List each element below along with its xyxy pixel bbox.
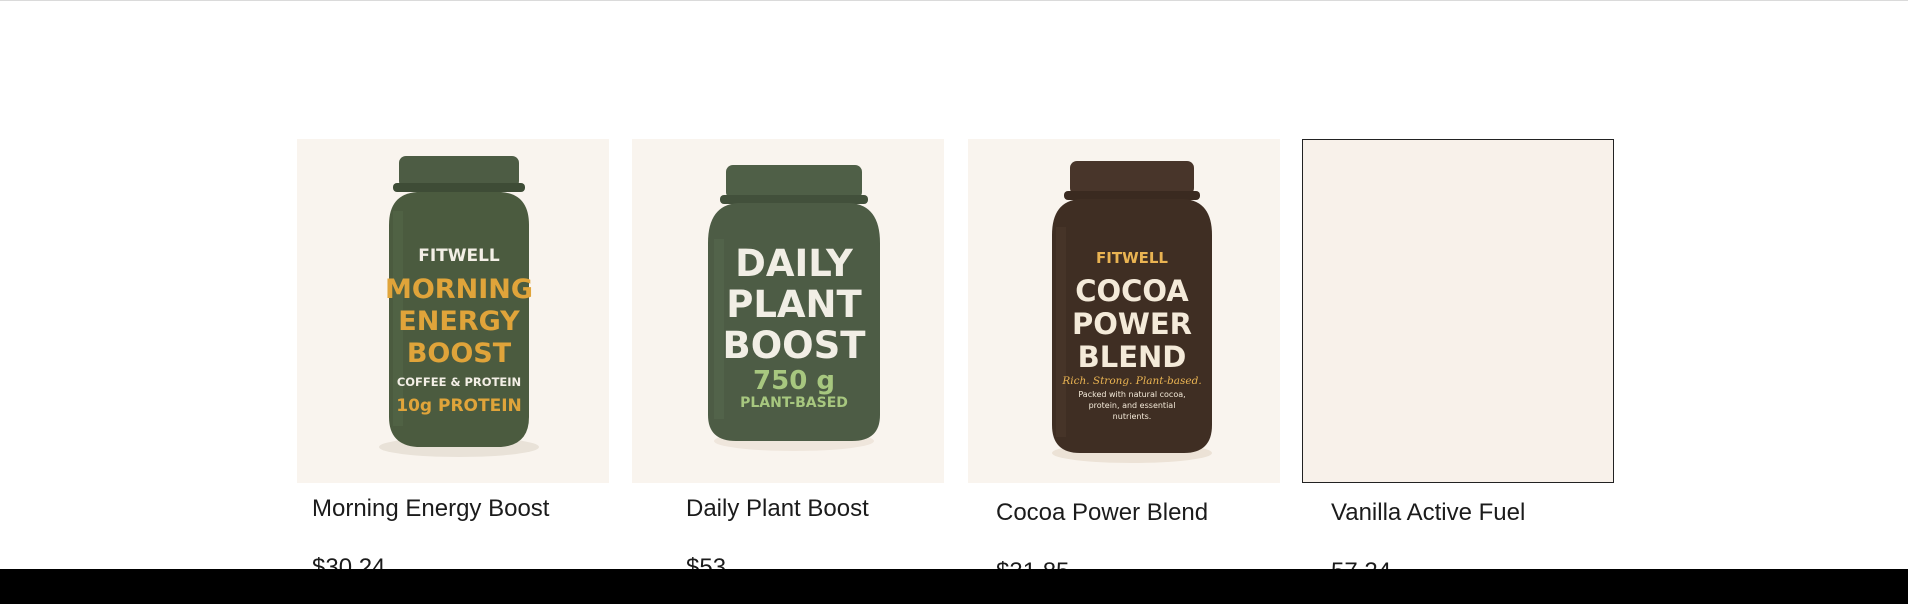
product-grid: FITWELL MORNING ENERGY BOOST COFFEE & PR… — [0, 0, 1908, 585]
jar-title-line: POWER — [1072, 307, 1192, 341]
jar-title-line: MORNING — [385, 274, 533, 305]
jar-brand: FITWELL — [418, 246, 500, 266]
jar-protein: 10g PROTEIN — [396, 396, 522, 416]
jar-title-line: COCOA — [1075, 274, 1189, 308]
product-name[interactable]: Daily Plant Boost — [686, 495, 869, 523]
jar-title-line: BLEND — [1078, 340, 1187, 374]
product-card[interactable]: DAILY PLANT BOOST 750 g PLANT-BASED Dail… — [632, 139, 944, 581]
jar-tagline: Rich. Strong. Plant-based. — [1061, 375, 1201, 387]
bottom-bar — [0, 569, 1908, 604]
product-name[interactable]: Cocoa Power Blend — [996, 499, 1208, 527]
jar-title-line: PLANT — [726, 283, 862, 326]
jar-image: FITWELL COCOA POWER BLEND Rich. Strong. … — [1052, 161, 1212, 463]
product-image[interactable]: DAILY PLANT BOOST 750 g PLANT-BASED — [632, 139, 944, 483]
jar-image: FITWELL MORNING ENERGY BOOST COFFEE & PR… — [379, 156, 539, 457]
product-image[interactable]: FITWELL MORNING ENERGY BOOST COFFEE & PR… — [297, 139, 609, 483]
product-card[interactable]: FITWELL MORNING ENERGY BOOST COFFEE & PR… — [297, 139, 609, 581]
jar-description: Packed with natural cocoa, protein, and … — [1078, 390, 1186, 421]
product-card[interactable]: Vanilla Active Fuel 57.24 — [1302, 139, 1614, 585]
product-card[interactable]: FITWELL COCOA POWER BLEND Rich. Strong. … — [968, 139, 1280, 585]
jar-title-line: BOOST — [723, 324, 867, 367]
jar-brand: FITWELL — [1096, 249, 1168, 267]
jar-title-line: DAILY — [735, 242, 854, 285]
jar-title-line: BOOST — [407, 338, 512, 369]
product-image[interactable]: FITWELL COCOA POWER BLEND Rich. Strong. … — [968, 139, 1280, 483]
jar-weight: 750 g — [753, 366, 835, 396]
jar-title-line: ENERGY — [398, 306, 520, 337]
product-name[interactable]: Morning Energy Boost — [312, 495, 549, 523]
product-image-placeholder[interactable] — [1302, 139, 1614, 483]
jar-image: DAILY PLANT BOOST 750 g PLANT-BASED — [708, 165, 880, 451]
jar-subtitle: COFFEE & PROTEIN — [397, 375, 521, 389]
product-name[interactable]: Vanilla Active Fuel — [1331, 499, 1525, 527]
jar-subtitle: PLANT-BASED — [740, 395, 848, 411]
